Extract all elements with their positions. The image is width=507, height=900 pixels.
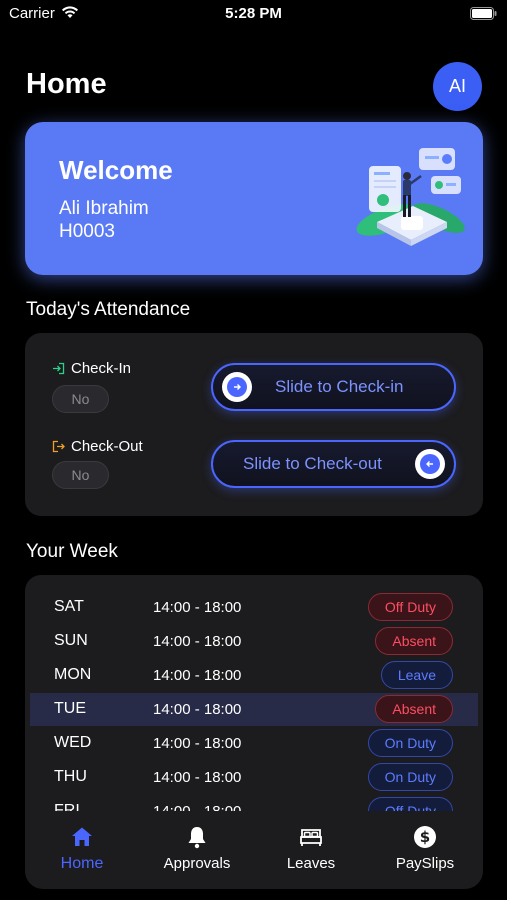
check-in-status-badge: No (52, 385, 109, 413)
status-badge: Off Duty (367, 593, 453, 621)
attendance-section-title: Today's Attendance (26, 299, 191, 320)
week-time: 14:00 - 18:00 (153, 735, 242, 752)
dashboard-illustration-icon (356, 148, 465, 246)
check-out-label: Check-Out (71, 438, 143, 455)
week-row[interactable]: SAT 14:00 - 18:00 Off Duty (30, 591, 478, 624)
tab-approvals[interactable]: Approvals (147, 825, 247, 873)
status-badge: Leave (380, 661, 453, 689)
week-time: 14:00 - 18:00 (153, 667, 242, 684)
week-day: TUE (54, 700, 86, 717)
arrow-right-icon (234, 384, 241, 390)
tab-label: Leaves (286, 855, 336, 872)
week-section-title: Your Week (26, 541, 118, 562)
tab-label: PaySlips (395, 855, 455, 872)
week-row[interactable]: MON 14:00 - 18:00 Leave (30, 659, 478, 692)
avatar[interactable]: AI (433, 62, 482, 111)
check-out-label-row: Check-Out (52, 438, 143, 455)
status-badge: On Duty (367, 729, 453, 757)
bottom-tab-bar: Home Approvals Leaves $ PaySlips (25, 811, 483, 889)
bed-icon (300, 829, 322, 846)
welcome-title: Welcome (59, 155, 173, 185)
tab-leaves[interactable]: Leaves (261, 825, 361, 873)
status-badge: On Duty (367, 763, 453, 791)
week-time: 14:00 - 18:00 (153, 701, 242, 718)
week-row[interactable]: THU 14:00 - 18:00 On Duty (30, 761, 478, 794)
attendance-card: Check-In No Slide to Check-in Check-Out … (25, 333, 483, 516)
dollar-icon: $ (414, 826, 436, 848)
login-icon (53, 362, 65, 375)
week-time: 14:00 - 18:00 (153, 769, 242, 786)
week-day: SAT (54, 598, 84, 615)
tab-label: Approvals (163, 855, 231, 872)
week-row-selected[interactable]: TUE 14:00 - 18:00 Absent (30, 693, 478, 726)
slide-to-check-out-label: Slide to Check-out (243, 454, 382, 473)
battery-icon (470, 7, 497, 20)
check-out-status-badge: No (52, 461, 109, 489)
slide-to-check-out-button[interactable]: Slide to Check-out (211, 440, 456, 488)
page-title: Home (26, 68, 107, 100)
week-row[interactable]: SUN 14:00 - 18:00 Absent (30, 625, 478, 658)
svg-text:$: $ (420, 828, 430, 846)
week-day: THU (54, 768, 87, 785)
status-badge: Absent (375, 627, 453, 655)
check-in-label: Check-In (71, 360, 132, 377)
status-badge: Absent (375, 695, 453, 723)
logout-icon (52, 440, 65, 453)
employee-id: H0003 (59, 221, 115, 242)
week-day: SUN (54, 632, 88, 649)
week-row[interactable]: WED 14:00 - 18:00 On Duty (30, 727, 478, 760)
employee-name: Ali Ibrahim (59, 198, 149, 219)
home-icon (72, 827, 92, 846)
slide-knob[interactable] (415, 449, 445, 479)
week-day: MON (54, 666, 92, 683)
week-day: WED (54, 734, 92, 751)
status-time: 5:28 PM (225, 5, 282, 22)
status-bar: Carrier 5:28 PM (0, 0, 507, 30)
tab-home[interactable]: Home (32, 825, 132, 873)
bell-icon (188, 827, 206, 849)
slide-knob[interactable] (222, 372, 252, 402)
welcome-card: Welcome Ali Ibrahim H0003 (25, 122, 483, 275)
week-time: 14:00 - 18:00 (153, 633, 242, 650)
week-time: 14:00 - 18:00 (153, 599, 242, 616)
slide-to-check-in-label: Slide to Check-in (275, 377, 404, 396)
check-in-label-row: Check-In (52, 360, 131, 377)
slide-to-check-in-button[interactable]: Slide to Check-in (211, 363, 456, 411)
tab-payslips[interactable]: $ PaySlips (375, 825, 475, 873)
arrow-left-icon (426, 461, 433, 467)
tab-label: Home (60, 855, 104, 872)
